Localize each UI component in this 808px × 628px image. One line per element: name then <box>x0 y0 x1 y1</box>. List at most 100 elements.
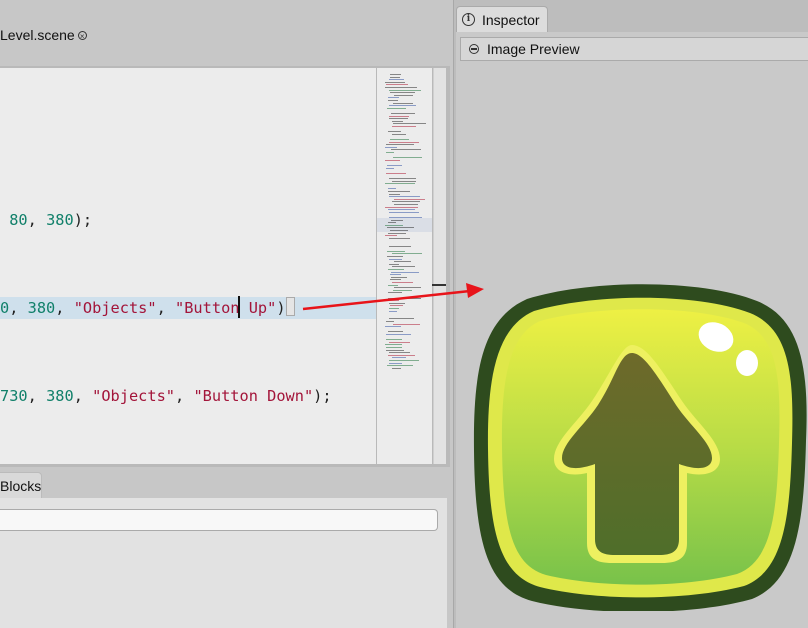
minimap-line <box>390 92 415 94</box>
close-icon[interactable]: × <box>77 30 87 41</box>
code-line: 80, 380); <box>0 209 92 231</box>
minimap-line <box>393 289 412 291</box>
minimap-line <box>391 149 421 151</box>
minimap-line <box>390 76 400 78</box>
minimap-line <box>389 263 399 265</box>
code-text-area[interactable]: 80, 380); 0, 380, "Objects", "Button Up"… <box>0 68 376 464</box>
minimap-line <box>388 297 421 299</box>
blocks-search-input[interactable] <box>0 509 438 531</box>
minimap-line <box>386 172 406 174</box>
minimap-line <box>392 180 416 182</box>
minimap-line <box>392 133 406 135</box>
minimap-line <box>388 209 415 211</box>
code-number: 0 <box>0 299 10 317</box>
minimap-line <box>386 144 414 146</box>
minimap-line <box>387 365 413 367</box>
minimap-line <box>388 131 401 133</box>
minimap-line <box>392 357 406 359</box>
minimap-line <box>385 344 402 346</box>
minimap-line <box>386 321 394 322</box>
tab-level-scene[interactable]: Level.scene × <box>0 25 87 45</box>
inspector-body: Image Preview <box>456 32 808 628</box>
minimap-line <box>390 230 408 231</box>
code-line: 730, 380, "Objects", "Button Down"); <box>0 385 332 407</box>
minimap-line <box>385 159 400 161</box>
minimap-line <box>389 211 419 213</box>
code-string: "Button Down" <box>193 387 314 405</box>
inspector-panel: i Inspector Image Preview <box>453 0 808 628</box>
minimap-line <box>388 222 396 224</box>
minimap-line <box>385 81 405 83</box>
image-preview-header[interactable]: Image Preview <box>460 37 808 61</box>
minimap-line <box>388 292 402 294</box>
minimap-line <box>389 352 410 354</box>
minimap-line <box>387 227 414 229</box>
bracket-match-highlight <box>286 297 295 316</box>
minimap-line <box>389 341 410 343</box>
minimap-line <box>389 89 421 91</box>
tab-label: Level.scene <box>0 27 75 43</box>
minimap-line <box>393 323 420 325</box>
minimap-line <box>389 362 402 364</box>
minimap-line <box>394 204 418 205</box>
code-number: 380 <box>27 299 56 317</box>
image-preview-area <box>460 61 808 628</box>
minimap-line <box>394 94 413 96</box>
minimap-line <box>388 284 398 286</box>
code-minimap[interactable] <box>377 68 432 464</box>
minimap-line <box>387 165 402 166</box>
minimap-line <box>391 113 415 114</box>
minimap-line <box>392 126 416 127</box>
scrollbar-position-marker <box>432 284 446 286</box>
vertical-scrollbar[interactable] <box>433 68 446 464</box>
minimap-line <box>390 274 401 276</box>
minimap-line <box>386 347 402 348</box>
minimap-line <box>393 123 426 125</box>
tab-blocks[interactable]: Blocks <box>0 472 42 498</box>
minimap-line <box>389 310 397 312</box>
minimap-line <box>386 339 402 341</box>
code-punctuation: , <box>175 387 194 405</box>
code-punctuation: , <box>9 299 28 317</box>
minimap-line <box>391 276 407 278</box>
minimap-line <box>389 237 410 239</box>
minimap-line <box>391 271 419 273</box>
code-number: 80 <box>9 211 28 229</box>
minimap-line <box>385 235 397 237</box>
minimap-line <box>385 326 401 328</box>
minimap-line <box>388 100 398 101</box>
minimap-line <box>394 287 421 289</box>
minimap-line <box>390 279 401 281</box>
minimap-line <box>385 183 415 185</box>
minimap-line <box>392 253 422 255</box>
minimap-line <box>392 201 420 203</box>
section-title: Image Preview <box>487 41 580 57</box>
blocks-panel <box>0 498 447 628</box>
minimap-line <box>389 118 408 120</box>
code-punctuation: , <box>55 299 74 317</box>
collapse-icon[interactable] <box>469 44 479 54</box>
minimap-line <box>393 157 422 159</box>
minimap-line <box>386 84 408 86</box>
minimap-line <box>392 282 413 283</box>
code-number: 380 <box>46 211 74 229</box>
minimap-line <box>386 334 411 335</box>
tab-inspector[interactable]: i Inspector <box>456 6 548 32</box>
minimap-line <box>389 115 409 117</box>
minimap-line <box>385 206 418 208</box>
code-number: 380 <box>46 387 74 405</box>
minimap-line <box>389 178 416 179</box>
minimap-line <box>389 308 399 309</box>
editor-panel: Level.scene × 80, 380); 0, 380, "Objects… <box>0 0 453 628</box>
minimap-line <box>389 105 416 107</box>
code-editor: 80, 380); 0, 380, "Objects", "Button Up"… <box>0 66 450 467</box>
minimap-line <box>389 258 402 260</box>
minimap-line <box>386 152 394 153</box>
info-icon: i <box>462 13 475 26</box>
minimap-line <box>389 245 411 247</box>
minimap-line <box>387 250 405 252</box>
minimap-line <box>389 217 422 218</box>
code-punctuation: ); <box>73 211 93 229</box>
minimap-line <box>394 261 411 263</box>
tab-label: Blocks <box>0 478 42 494</box>
